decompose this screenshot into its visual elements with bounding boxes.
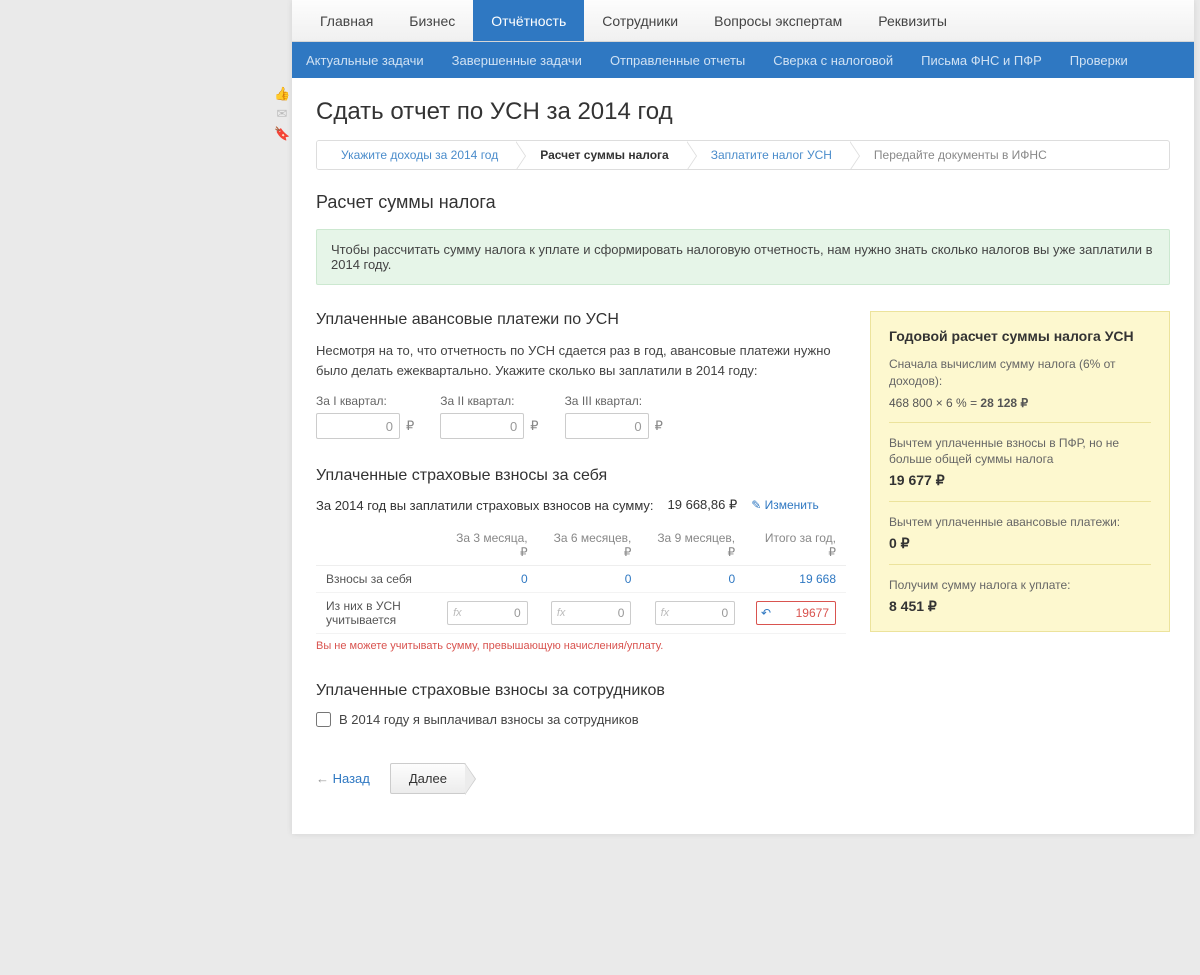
fx-input-9m[interactable]: [674, 606, 734, 620]
col-6m: За 6 месяцев, ₽: [538, 525, 642, 566]
row1-year[interactable]: 19 668: [745, 566, 846, 593]
error-message: Вы не можете учитывать сумму, превышающу…: [316, 640, 846, 652]
formula-result: 28 128 ₽: [980, 396, 1028, 410]
card-line3: Вычтем уплаченные авансовые платежи:: [889, 514, 1151, 531]
next-button[interactable]: Далее: [390, 763, 466, 794]
q1-label: За I квартал:: [316, 394, 414, 408]
employees-checkbox[interactable]: [316, 712, 331, 727]
currency-symbol: ₽: [655, 418, 663, 434]
fx-input-year[interactable]: [775, 606, 835, 620]
advance-text: Несмотря на то, что отчетность по УСН сд…: [316, 341, 846, 380]
back-link[interactable]: Назад: [316, 771, 370, 786]
col-3m: За 3 месяца, ₽: [436, 525, 537, 566]
formula-left: 468 800 × 6 % =: [889, 396, 980, 410]
subnav-reconcile[interactable]: Сверка с налоговой: [773, 53, 893, 68]
table-row-counted: Из них в УСН учитывается fx fx: [316, 593, 846, 634]
like-icon[interactable]: 👍: [274, 86, 290, 102]
subnav-completed[interactable]: Завершенные задачи: [452, 53, 582, 68]
top-nav: Главная Бизнес Отчётность Сотрудники Воп…: [292, 0, 1194, 42]
row1-3m[interactable]: 0: [436, 566, 537, 593]
paid-amount: 19 668,86 ₽: [668, 497, 738, 513]
mail-icon[interactable]: ✉: [274, 106, 290, 122]
card-title: Годовой расчет суммы налога УСН: [889, 328, 1151, 344]
card-line1: Сначала вычислим сумму налога (6% от дох…: [889, 356, 1151, 390]
card-val4: 8 451 ₽: [889, 598, 1151, 615]
q3-label: За III квартал:: [565, 394, 663, 408]
undo-icon[interactable]: ↶: [757, 606, 775, 620]
section-title: Расчет суммы налога: [316, 192, 1170, 213]
wizard-step-4[interactable]: Передайте документы в ИФНС: [850, 141, 1065, 169]
card-line4: Получим сумму налога к уплате:: [889, 577, 1151, 594]
wizard-steps: Укажите доходы за 2014 год Расчет суммы …: [316, 140, 1170, 170]
row1-6m[interactable]: 0: [538, 566, 642, 593]
card-val3: 0 ₽: [889, 535, 1151, 552]
paid-label: За 2014 год вы заплатили страховых взнос…: [316, 498, 654, 513]
row1-9m[interactable]: 0: [641, 566, 745, 593]
q2-input[interactable]: [440, 413, 524, 439]
insurance-self-heading: Уплаченные страховые взносы за себя: [316, 467, 846, 485]
subnav-checks[interactable]: Проверки: [1070, 53, 1128, 68]
card-val2: 19 677 ₽: [889, 472, 1151, 489]
col-year: Итого за год, ₽: [745, 525, 846, 566]
q3-input[interactable]: [565, 413, 649, 439]
table-row-contributions: Взносы за себя 0 0 0 19 668: [316, 566, 846, 593]
nav-main[interactable]: Главная: [302, 0, 391, 41]
fx-icon: fx: [552, 607, 571, 619]
wizard-step-1[interactable]: Укажите доходы за 2014 год: [317, 141, 516, 169]
wizard-step-2[interactable]: Расчет суммы налога: [516, 141, 687, 169]
col-blank: [316, 525, 436, 566]
nav-reporting[interactable]: Отчётность: [473, 0, 584, 41]
advance-heading: Уплаченные авансовые платежи по УСН: [316, 311, 846, 329]
currency-symbol: ₽: [530, 418, 538, 434]
q2-label: За II квартал:: [440, 394, 538, 408]
wizard-step-3[interactable]: Заплатите налог УСН: [687, 141, 850, 169]
nav-employees[interactable]: Сотрудники: [584, 0, 696, 41]
contributions-table: За 3 месяца, ₽ За 6 месяцев, ₽ За 9 меся…: [316, 525, 846, 634]
subnav-sent[interactable]: Отправленные отчеты: [610, 53, 745, 68]
card-line2: Вычтем уплаченные взносы в ПФР, но не бо…: [889, 435, 1151, 469]
col-9m: За 9 месяцев, ₽: [641, 525, 745, 566]
edit-link[interactable]: Изменить: [751, 498, 819, 512]
subnav-actual[interactable]: Актуальные задачи: [306, 53, 424, 68]
info-banner: Чтобы рассчитать сумму налога к уплате и…: [316, 229, 1170, 285]
page-title: Сдать отчет по УСН за 2014 год: [316, 98, 1170, 126]
fx-icon: fx: [448, 607, 467, 619]
q1-input[interactable]: [316, 413, 400, 439]
calculation-card: Годовой расчет суммы налога УСН Сначала …: [870, 311, 1170, 632]
fx-input-3m[interactable]: [467, 606, 527, 620]
nav-experts[interactable]: Вопросы экспертам: [696, 0, 860, 41]
fx-input-6m[interactable]: [570, 606, 630, 620]
row1-label: Взносы за себя: [316, 566, 436, 593]
fx-icon: fx: [656, 607, 675, 619]
bookmark-icon[interactable]: 🔖: [274, 126, 290, 142]
currency-symbol: ₽: [406, 418, 414, 434]
nav-business[interactable]: Бизнес: [391, 0, 473, 41]
insurance-emp-heading: Уплаченные страховые взносы за сотрудник…: [316, 682, 846, 700]
nav-details[interactable]: Реквизиты: [860, 0, 965, 41]
employees-checkbox-label: В 2014 году я выплачивал взносы за сотру…: [339, 712, 639, 727]
sub-nav: Актуальные задачи Завершенные задачи Отп…: [292, 42, 1194, 78]
row2-label: Из них в УСН учитывается: [316, 593, 436, 634]
subnav-letters[interactable]: Письма ФНС и ПФР: [921, 53, 1042, 68]
